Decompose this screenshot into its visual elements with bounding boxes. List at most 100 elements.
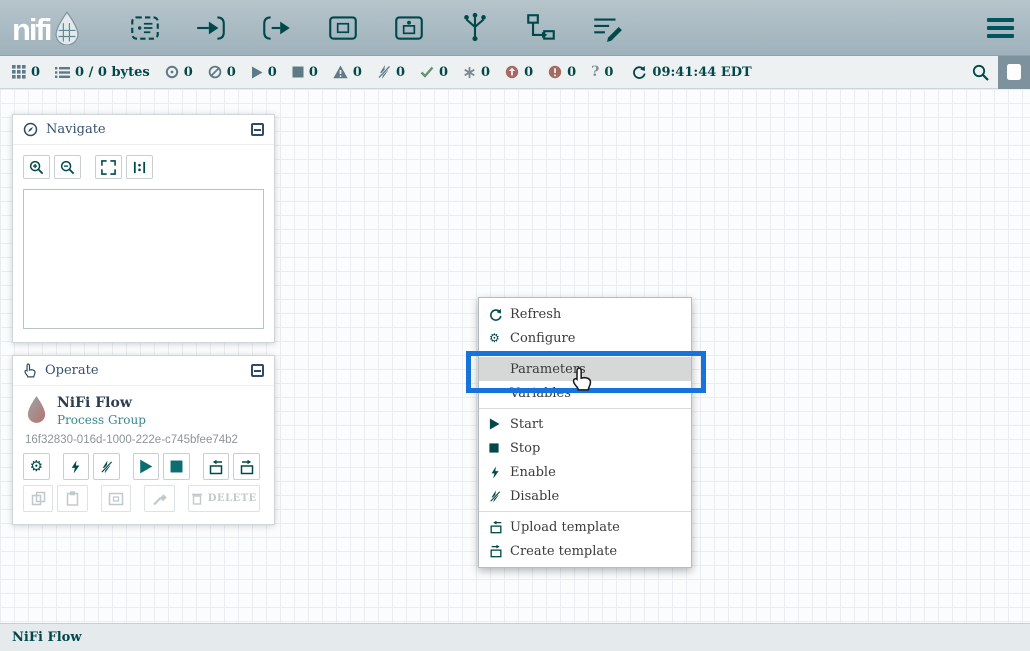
hamburger-icon [987, 18, 1014, 22]
operate-collapse-button[interactable] [251, 364, 264, 377]
menu-item-refresh[interactable]: Refresh [479, 302, 691, 326]
label-icon [590, 11, 624, 45]
breadcrumb[interactable]: NiFi Flow [12, 630, 82, 645]
refresh-icon[interactable] [632, 65, 646, 79]
menu-item-label: Enable [510, 465, 556, 480]
global-menu-button[interactable] [982, 13, 1018, 43]
compass-icon [23, 122, 38, 137]
queued-count: 0 / 0 bytes [75, 65, 150, 80]
nifi-logo: nifi [12, 11, 82, 45]
menu-item-create-template[interactable]: Create template [479, 539, 691, 563]
output-port-draggable[interactable] [256, 7, 298, 49]
menu-item-parameters[interactable]: Parameters [479, 357, 691, 381]
processor-draggable[interactable] [124, 7, 166, 49]
label-draggable[interactable] [586, 7, 628, 49]
stopped-icon [292, 66, 304, 78]
menu-item-label: Stop [510, 441, 540, 456]
remote-process-group-draggable[interactable] [388, 7, 430, 49]
last-refreshed-time: 09:41:44 EDT [652, 65, 751, 80]
locally-modified-stale-status: 0 [548, 65, 576, 80]
right-panel-toggle[interactable] [998, 56, 1030, 89]
funnel-draggable[interactable] [454, 7, 496, 49]
template-draggable[interactable] [520, 7, 562, 49]
menu-item-label: Start [510, 417, 543, 432]
context-menu: Refresh ⚙ Configure Parameters Variables… [478, 297, 692, 568]
menu-item-start[interactable]: Start [479, 412, 691, 436]
zoom-fit-button[interactable] [95, 155, 122, 179]
locally-modified-stale-icon [548, 65, 562, 79]
disabled-count: 0 [396, 65, 405, 80]
play-icon [139, 459, 153, 474]
menu-separator [479, 353, 691, 354]
locally-modified-status: 0 [463, 65, 490, 80]
template-export-button[interactable] [233, 453, 260, 480]
group-button[interactable] [101, 485, 131, 512]
stopped-count: 0 [309, 65, 318, 80]
start-button[interactable] [133, 453, 160, 480]
zoom-actual-button[interactable] [126, 155, 153, 179]
menu-item-stop[interactable]: Stop [479, 436, 691, 460]
invalid-count: 0 [353, 65, 362, 80]
birdseye-preview[interactable] [23, 189, 264, 329]
copy-button[interactable] [23, 485, 53, 512]
menu-item-variables[interactable]: Variables [479, 381, 691, 405]
navigate-toolbar [13, 145, 274, 183]
running-count: 0 [268, 65, 277, 80]
zoom-in-button[interactable] [23, 155, 50, 179]
queued-status: 0 / 0 bytes [55, 65, 150, 80]
process-group-icon [326, 11, 360, 45]
not-transmitting-status: 0 [208, 65, 236, 80]
search-button[interactable] [962, 56, 998, 89]
disable-all-button[interactable] [93, 453, 120, 480]
processor-icon [128, 11, 162, 45]
queued-icon [55, 66, 70, 79]
operate-buttons-row1: ⚙ [13, 448, 274, 480]
running-icon [251, 66, 263, 79]
refresh-status: 09:41:44 EDT [632, 65, 751, 80]
navigate-collapse-button[interactable] [251, 123, 264, 136]
delete-button[interactable]: DELETE [188, 485, 260, 512]
running-status: 0 [251, 65, 277, 80]
paste-button[interactable] [57, 485, 87, 512]
template-export-icon [489, 544, 510, 558]
up-to-date-icon [420, 66, 434, 78]
lightning-slash-icon [100, 460, 113, 474]
transmitting-icon [165, 65, 179, 79]
selected-flow-type: Process Group [57, 413, 146, 427]
navigate-panel-header: Navigate [13, 115, 274, 145]
stop-button[interactable] [163, 453, 190, 480]
not-transmitting-icon [208, 65, 222, 79]
lightning-slash-icon [489, 490, 510, 503]
menu-item-label: Configure [510, 331, 575, 346]
menu-item-disable[interactable]: Disable [479, 484, 691, 508]
statusbar-right [962, 56, 1030, 89]
menu-item-configure[interactable]: ⚙ Configure [479, 326, 691, 350]
menu-item-label: Parameters [510, 362, 586, 377]
sync-failure-count: 0 [604, 65, 613, 80]
template-export-icon [239, 459, 255, 475]
nifi-logo-droplet-icon [52, 11, 82, 45]
menu-item-label: Disable [510, 489, 559, 504]
menu-item-upload-template[interactable]: Upload template [479, 515, 691, 539]
configure-button[interactable]: ⚙ [23, 453, 50, 480]
process-group-draggable[interactable] [322, 7, 364, 49]
app-header: nifi [0, 0, 1030, 56]
menu-item-label: Create template [510, 544, 617, 559]
paste-icon [65, 491, 80, 506]
enable-all-button[interactable] [63, 453, 90, 480]
play-icon [489, 418, 510, 430]
funnel-icon [458, 11, 492, 45]
menu-item-enable[interactable]: Enable [479, 460, 691, 484]
template-import-button[interactable] [203, 453, 230, 480]
zoom-out-button[interactable] [54, 155, 81, 179]
menu-separator [479, 408, 691, 409]
input-port-draggable[interactable] [190, 7, 232, 49]
flow-canvas[interactable]: Navigate [0, 89, 1030, 623]
fill-color-button[interactable] [144, 485, 174, 512]
nifi-app: nifi [0, 0, 1030, 651]
delete-button-label: DELETE [208, 493, 257, 504]
stale-count: 0 [524, 65, 533, 80]
stale-status: 0 [505, 65, 533, 80]
menu-item-label: Upload template [510, 520, 620, 535]
navigate-panel-title: Navigate [46, 122, 106, 137]
